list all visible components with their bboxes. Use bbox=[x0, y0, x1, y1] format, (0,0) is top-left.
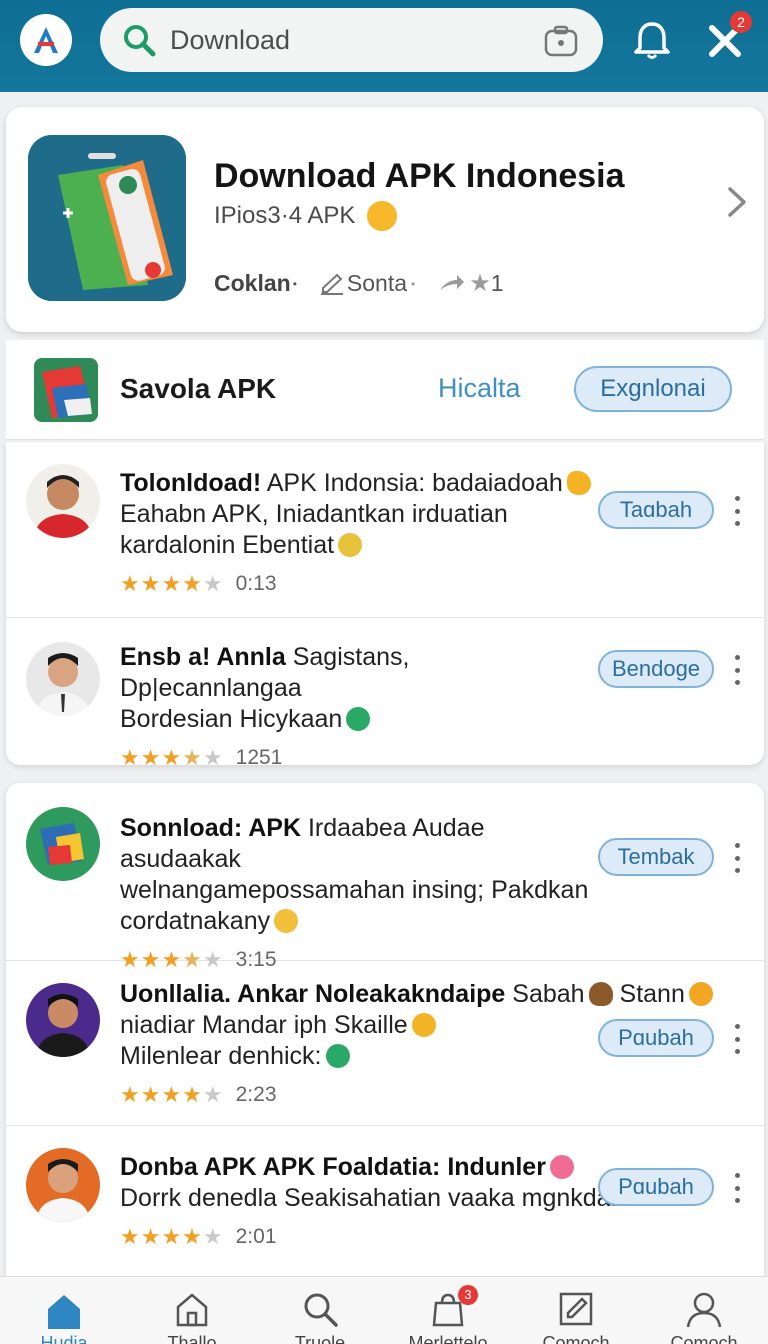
emoji-icon bbox=[274, 909, 299, 933]
pencil-icon bbox=[320, 273, 343, 295]
nav-item-home[interactable]: Hudia bbox=[0, 1277, 128, 1344]
nav-item-thallo[interactable]: Thallo bbox=[128, 1277, 256, 1344]
search-bar[interactable] bbox=[100, 8, 603, 72]
emoji-icon bbox=[411, 1013, 436, 1037]
list-item[interactable]: Ensb a! Annla Sagistans, Dp|ecannlangaa … bbox=[6, 618, 764, 770]
more-options-icon[interactable] bbox=[732, 655, 742, 685]
search-icon bbox=[124, 25, 156, 57]
edit-label: Sonta bbox=[346, 270, 407, 296]
list-item[interactable]: Sonnload: APK Irdaabea Audae asudaakak w… bbox=[6, 783, 764, 972]
author-label: Coklan bbox=[214, 270, 291, 296]
star-rating-icon: ★★★★★ bbox=[120, 571, 224, 596]
list-item-button[interactable]: Pɑubah bbox=[598, 1019, 714, 1057]
list-item-button[interactable]: Taɑbah bbox=[598, 491, 714, 529]
avatar bbox=[26, 464, 100, 538]
bell-icon[interactable] bbox=[630, 18, 674, 62]
featured-app-icon bbox=[28, 135, 186, 301]
avatar bbox=[26, 1148, 100, 1222]
search-input[interactable] bbox=[170, 24, 530, 56]
list-item-button[interactable]: Tembak bbox=[598, 838, 714, 876]
list-item-button[interactable]: Bendoge bbox=[598, 650, 714, 688]
edit-icon bbox=[559, 1292, 593, 1326]
rating: ★★★★★ 1251 bbox=[120, 745, 598, 771]
nav-badge: 3 bbox=[458, 1285, 478, 1305]
emoji-icon bbox=[338, 533, 363, 557]
list-item[interactable]: Uonllalia. Ankar Noleakakndaipe Sabah St… bbox=[6, 961, 764, 1126]
rating: ★★★★★ 0:13 bbox=[120, 571, 598, 597]
list-item-line3: cordatnakany bbox=[120, 906, 598, 937]
featured-app-meta: Coklan • Sonta • ★ 1 bbox=[214, 270, 504, 297]
featured-app-card[interactable]: Download APK Indonesia IPios3·4 APK Cokl… bbox=[6, 107, 764, 332]
notification-badge: 2 bbox=[730, 11, 752, 33]
nav-label: Comoch bbox=[670, 1333, 738, 1344]
more-options-icon[interactable] bbox=[732, 496, 742, 526]
rating-value: 2:01 bbox=[235, 1225, 277, 1248]
rating-value: 0:13 bbox=[235, 572, 277, 595]
list-item-line2: welnangamepossamahan insing; Pakdkan bbox=[120, 876, 589, 904]
check-icon bbox=[346, 707, 371, 731]
app-list-card: Tolonldoad! APK Indonsia: badaiadoah Eah… bbox=[6, 442, 764, 770]
list-item-button[interactable]: Pɑubah bbox=[598, 1168, 714, 1206]
section-link[interactable]: Hicalta bbox=[438, 373, 521, 404]
chevron-right-icon[interactable] bbox=[724, 185, 750, 219]
rating: ★★★★★ 2:01 bbox=[120, 1224, 720, 1250]
list-item-text: Sonnload: APK Irdaabea Audae asudaakak w… bbox=[120, 813, 598, 973]
nav-label: Hudia bbox=[40, 1333, 88, 1344]
section-header: Savola APK Hicalta Exgnlonai bbox=[6, 340, 764, 440]
nav-item-bag[interactable]: 3 Merlettelo bbox=[384, 1277, 512, 1344]
section-app-icon bbox=[34, 358, 98, 422]
section-action-button[interactable]: Exgnlonai bbox=[574, 366, 732, 412]
app-list-card: Sonnload: APK Irdaabea Audae asudaakak w… bbox=[6, 783, 764, 1276]
nav-item-edit[interactable]: Comoch bbox=[512, 1277, 640, 1344]
bottom-navigation: Hudia Thallo Truole 3 Merlettelo Comoch bbox=[0, 1276, 768, 1344]
list-item-text: Ensb a! Annla Sagistans, Dp|ecannlangaa … bbox=[120, 642, 598, 771]
emoji-icon bbox=[367, 201, 398, 231]
emoji-icon bbox=[566, 471, 591, 495]
list-item[interactable]: Donba APK APK Foaldatia: Indunler Dorrk … bbox=[6, 1126, 764, 1276]
heart-icon bbox=[549, 1155, 574, 1179]
nav-item-search[interactable]: Truole bbox=[256, 1277, 384, 1344]
rating-value: 1251 bbox=[235, 746, 283, 769]
rating-value: 2:23 bbox=[235, 1083, 277, 1106]
nav-label: Thallo bbox=[167, 1333, 217, 1344]
star-rating-icon: ★★★★★ bbox=[120, 1082, 224, 1107]
emoji-icon bbox=[588, 982, 613, 1006]
rating-count: 1 bbox=[490, 270, 504, 296]
more-options-icon[interactable] bbox=[732, 843, 742, 873]
list-item-line2: Eahabn APK, Iniadantkan irduatian bbox=[120, 500, 508, 528]
avatar bbox=[26, 642, 100, 716]
app-logo-icon[interactable] bbox=[20, 14, 72, 66]
more-options-icon[interactable] bbox=[732, 1173, 742, 1203]
more-options-icon[interactable] bbox=[732, 1024, 742, 1054]
featured-app-subtitle: IPios3·4 APK bbox=[214, 201, 398, 231]
nav-label: Truole bbox=[294, 1333, 346, 1344]
home-outline-icon bbox=[176, 1293, 208, 1327]
star-outline-icon: ★ bbox=[469, 270, 491, 297]
nav-item-profile[interactable]: Comoch bbox=[640, 1277, 768, 1344]
avatar bbox=[26, 807, 100, 881]
featured-app-version: IPios3·4 APK bbox=[214, 202, 356, 229]
nav-label: Comoch bbox=[542, 1333, 610, 1344]
search-icon bbox=[304, 1293, 338, 1327]
section-title: Savola APK bbox=[120, 373, 277, 404]
featured-app-title: Download APK Indonesia bbox=[214, 157, 625, 195]
list-item-line3: kardalonin Ebentiat bbox=[120, 530, 598, 561]
top-app-bar: 2 bbox=[0, 0, 768, 92]
star-rating-icon: ★★★★★ bbox=[120, 1224, 224, 1249]
home-icon bbox=[48, 1295, 80, 1329]
camera-icon[interactable] bbox=[543, 23, 579, 59]
list-item-line2: Bordesian Hicykaan bbox=[120, 704, 598, 735]
star-rating-icon: ★★★★★ bbox=[120, 745, 224, 770]
list-item-text: Tolonldoad! APK Indonsia: badaiadoah Eah… bbox=[120, 468, 598, 597]
rating: ★★★★★ 2:23 bbox=[120, 1082, 720, 1108]
share-icon[interactable] bbox=[437, 272, 465, 296]
emoji-icon bbox=[688, 982, 713, 1006]
check-icon bbox=[325, 1044, 350, 1068]
profile-icon bbox=[686, 1292, 722, 1328]
list-item[interactable]: Tolonldoad! APK Indonsia: badaiadoah Eah… bbox=[6, 442, 764, 618]
avatar bbox=[26, 983, 100, 1057]
nav-label: Merlettelo bbox=[408, 1333, 488, 1344]
